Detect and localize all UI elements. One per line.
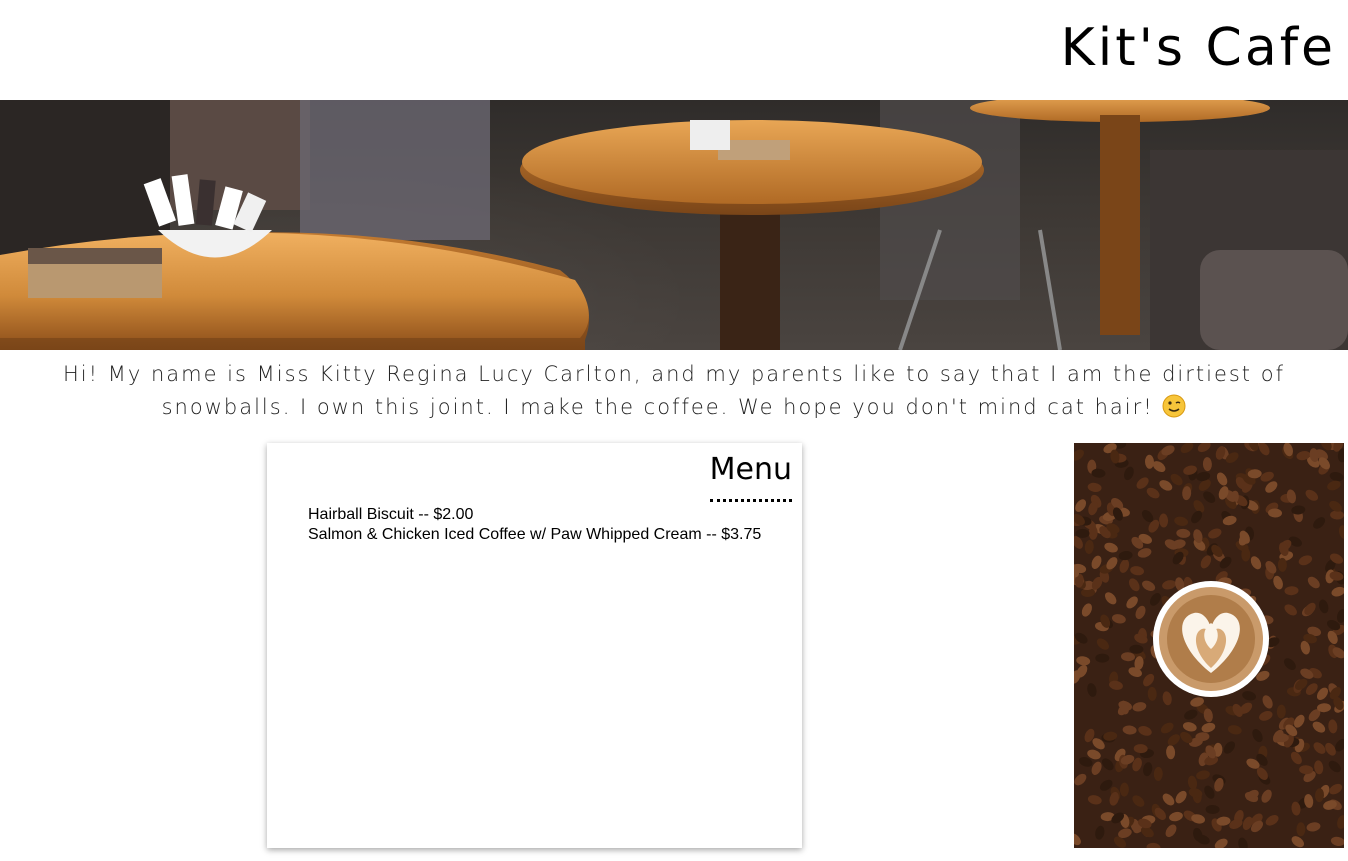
hero-image <box>0 100 1348 350</box>
menu-heading: Menu <box>709 449 792 502</box>
site-title: Kit's Cafe <box>1060 18 1336 78</box>
intro-body: Hi! My name is Miss Kitty Regina Lucy Ca… <box>63 362 1285 419</box>
menu-card: Menu Hairball Biscuit -- $2.00 Salmon & … <box>267 443 802 848</box>
menu-item: Salmon & Chicken Iced Coffee w/ Paw Whip… <box>308 526 762 543</box>
menu-list: Hairball Biscuit -- $2.00 Salmon & Chick… <box>308 505 761 545</box>
latte-art-image <box>1074 443 1344 848</box>
menu-item: Hairball Biscuit -- $2.00 <box>308 506 474 523</box>
wink-emoji-icon <box>1162 394 1186 418</box>
intro-text: Hi! My name is Miss Kitty Regina Lucy Ca… <box>60 358 1288 424</box>
